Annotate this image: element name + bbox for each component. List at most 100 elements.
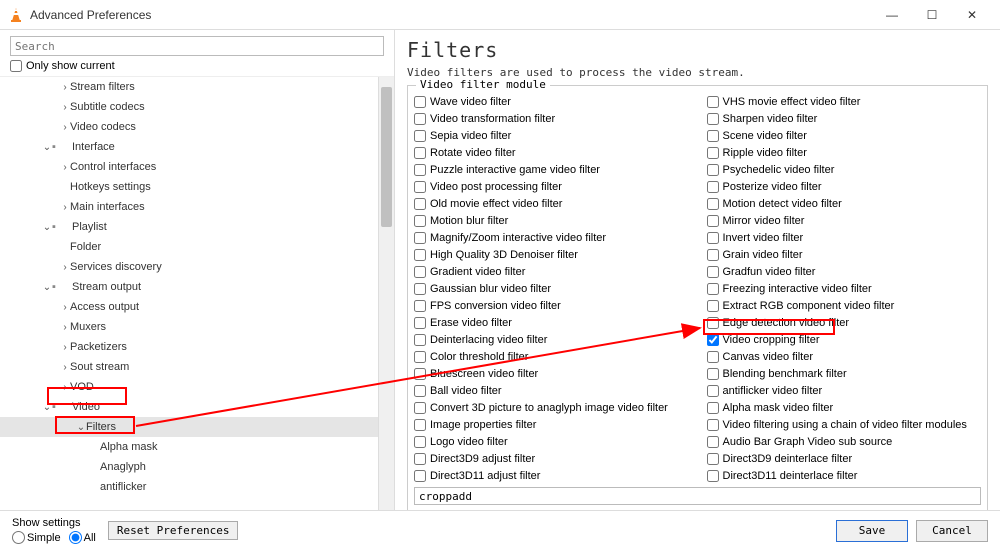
filter-checkbox[interactable] (707, 113, 719, 125)
filter-checkbox[interactable] (707, 198, 719, 210)
filter-checkbox[interactable] (707, 385, 719, 397)
filter-checkbox[interactable] (707, 470, 719, 482)
filter-checkbox[interactable] (414, 300, 426, 312)
tree-item[interactable]: ›Access output (0, 297, 378, 317)
maximize-button[interactable]: ☐ (912, 1, 952, 29)
filter-checkbox-row[interactable]: Motion detect video filter (707, 196, 982, 211)
filter-checkbox-row[interactable]: VHS movie effect video filter (707, 94, 982, 109)
filter-checkbox[interactable] (707, 300, 719, 312)
filter-checkbox[interactable] (707, 283, 719, 295)
filter-checkbox[interactable] (414, 470, 426, 482)
tree-item[interactable]: ›VOD (0, 377, 378, 397)
filter-checkbox[interactable] (414, 96, 426, 108)
filter-checkbox-row[interactable]: Video cropping filter (707, 332, 982, 347)
tree-item[interactable]: ⌄▪Video (0, 397, 378, 417)
tree-item[interactable]: ›Packetizers (0, 337, 378, 357)
filter-checkbox[interactable] (414, 317, 426, 329)
filter-checkbox-row[interactable]: Scene video filter (707, 128, 982, 143)
filter-checkbox-row[interactable]: Sharpen video filter (707, 111, 982, 126)
filter-checkbox-row[interactable]: Erase video filter (414, 315, 689, 330)
filter-checkbox-row[interactable]: Rotate video filter (414, 145, 689, 160)
filter-checkbox-row[interactable]: Old movie effect video filter (414, 196, 689, 211)
filter-checkbox[interactable] (414, 113, 426, 125)
filter-checkbox-row[interactable]: Extract RGB component video filter (707, 298, 982, 313)
filter-checkbox[interactable] (414, 419, 426, 431)
filter-checkbox[interactable] (707, 249, 719, 261)
save-button[interactable]: Save (836, 520, 908, 542)
only-show-current-input[interactable] (10, 60, 22, 72)
filter-checkbox-row[interactable]: Video transformation filter (414, 111, 689, 126)
filter-checkbox-row[interactable]: Direct3D9 adjust filter (414, 451, 689, 466)
filter-checkbox[interactable] (707, 436, 719, 448)
filter-checkbox-row[interactable]: Posterize video filter (707, 179, 982, 194)
filter-checkbox[interactable] (707, 147, 719, 159)
filter-checkbox-row[interactable]: Gradient video filter (414, 264, 689, 279)
tree-item[interactable]: ›Services discovery (0, 257, 378, 277)
minimize-button[interactable]: — (872, 1, 912, 29)
filter-checkbox[interactable] (707, 402, 719, 414)
filter-checkbox[interactable] (414, 334, 426, 346)
filter-checkbox[interactable] (707, 130, 719, 142)
filter-checkbox[interactable] (414, 402, 426, 414)
close-button[interactable]: ✕ (952, 1, 992, 29)
filter-checkbox-row[interactable]: Audio Bar Graph Video sub source (707, 434, 982, 449)
filter-checkbox-row[interactable]: FPS conversion video filter (414, 298, 689, 313)
radio-simple[interactable]: Simple (12, 531, 61, 544)
filter-checkbox[interactable] (414, 215, 426, 227)
filter-checkbox-row[interactable]: Magnify/Zoom interactive video filter (414, 230, 689, 245)
search-input[interactable] (10, 36, 384, 56)
tree-item[interactable]: antiflicker (0, 477, 378, 497)
filter-checkbox-row[interactable]: Grain video filter (707, 247, 982, 262)
filter-checkbox[interactable] (414, 283, 426, 295)
filter-checkbox-row[interactable]: High Quality 3D Denoiser filter (414, 247, 689, 262)
tree-item[interactable]: ›Subtitle codecs (0, 97, 378, 117)
filter-checkbox-row[interactable]: Psychedelic video filter (707, 162, 982, 177)
tree-item[interactable]: ›Main interfaces (0, 197, 378, 217)
filter-checkbox-row[interactable]: Wave video filter (414, 94, 689, 109)
filter-checkbox[interactable] (707, 351, 719, 363)
filter-checkbox[interactable] (414, 147, 426, 159)
tree-item[interactable]: ›Muxers (0, 317, 378, 337)
filter-checkbox-row[interactable]: Sepia video filter (414, 128, 689, 143)
filter-checkbox[interactable] (707, 317, 719, 329)
tree-item[interactable]: Folder (0, 237, 378, 257)
filter-checkbox-row[interactable]: Motion blur filter (414, 213, 689, 228)
filter-checkbox-row[interactable]: Gaussian blur video filter (414, 281, 689, 296)
filter-checkbox-row[interactable]: Direct3D11 adjust filter (414, 468, 689, 483)
tree-item[interactable]: Hotkeys settings (0, 177, 378, 197)
filter-checkbox[interactable] (707, 419, 719, 431)
filter-checkbox[interactable] (707, 368, 719, 380)
filter-checkbox-row[interactable]: Ball video filter (414, 383, 689, 398)
filter-checkbox-row[interactable]: Canvas video filter (707, 349, 982, 364)
filter-checkbox[interactable] (707, 164, 719, 176)
filter-checkbox[interactable] (707, 232, 719, 244)
filter-checkbox[interactable] (414, 266, 426, 278)
filter-checkbox[interactable] (707, 215, 719, 227)
filter-value-input[interactable] (414, 487, 981, 505)
filter-checkbox[interactable] (707, 266, 719, 278)
tree-item[interactable]: ⌄▪Interface (0, 137, 378, 157)
tree-item[interactable]: ⌄▪Stream output (0, 277, 378, 297)
filter-checkbox-row[interactable]: Invert video filter (707, 230, 982, 245)
filter-checkbox-row[interactable]: Mirror video filter (707, 213, 982, 228)
filter-checkbox-row[interactable]: antiflicker video filter (707, 383, 982, 398)
only-show-current-checkbox[interactable]: Only show current (10, 60, 384, 72)
tree-item[interactable]: ⌄Filters (0, 417, 378, 437)
preferences-tree[interactable]: ›Stream filters›Subtitle codecs›Video co… (0, 76, 394, 510)
cancel-button[interactable]: Cancel (916, 520, 988, 542)
filter-checkbox-row[interactable]: Deinterlacing video filter (414, 332, 689, 347)
filter-checkbox[interactable] (707, 96, 719, 108)
filter-checkbox[interactable] (414, 232, 426, 244)
filter-checkbox-row[interactable]: Gradfun video filter (707, 264, 982, 279)
filter-checkbox[interactable] (707, 181, 719, 193)
filter-checkbox[interactable] (414, 130, 426, 142)
filter-checkbox-row[interactable]: Freezing interactive video filter (707, 281, 982, 296)
filter-checkbox[interactable] (707, 453, 719, 465)
tree-item[interactable]: ›Sout stream (0, 357, 378, 377)
filter-checkbox[interactable] (414, 351, 426, 363)
filter-checkbox-row[interactable]: Direct3D11 deinterlace filter (707, 468, 982, 483)
filter-checkbox[interactable] (414, 368, 426, 380)
filter-checkbox-row[interactable]: Color threshold filter (414, 349, 689, 364)
filter-checkbox[interactable] (414, 181, 426, 193)
filter-checkbox[interactable] (414, 453, 426, 465)
